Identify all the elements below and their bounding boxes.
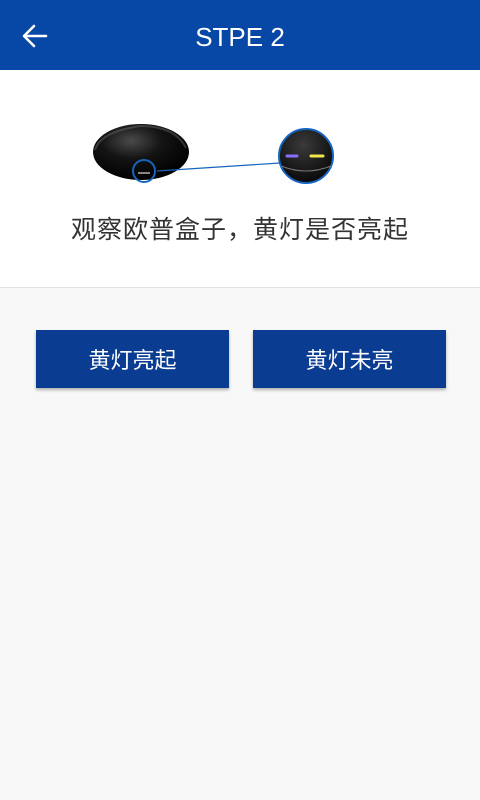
yellow-light-off-label: 黄灯未亮 <box>305 349 394 374</box>
device-icon <box>93 124 189 180</box>
top-app-bar: STPE 2 <box>0 0 480 70</box>
yellow-light-on-label: 黄灯亮起 <box>88 349 177 374</box>
yellow-light-off-button[interactable]: 黄灯未亮 <box>253 330 446 388</box>
yellow-light-on-button[interactable]: 黄灯亮起 <box>36 330 229 388</box>
instruction-panel: 观察欧普盒子，黄灯是否亮起 <box>0 70 480 288</box>
instruction-text: 观察欧普盒子，黄灯是否亮起 <box>70 215 409 244</box>
page-title: STPE 2 <box>195 22 285 52</box>
device-illustration <box>93 124 334 184</box>
indicator-zoom-icon <box>278 128 334 184</box>
